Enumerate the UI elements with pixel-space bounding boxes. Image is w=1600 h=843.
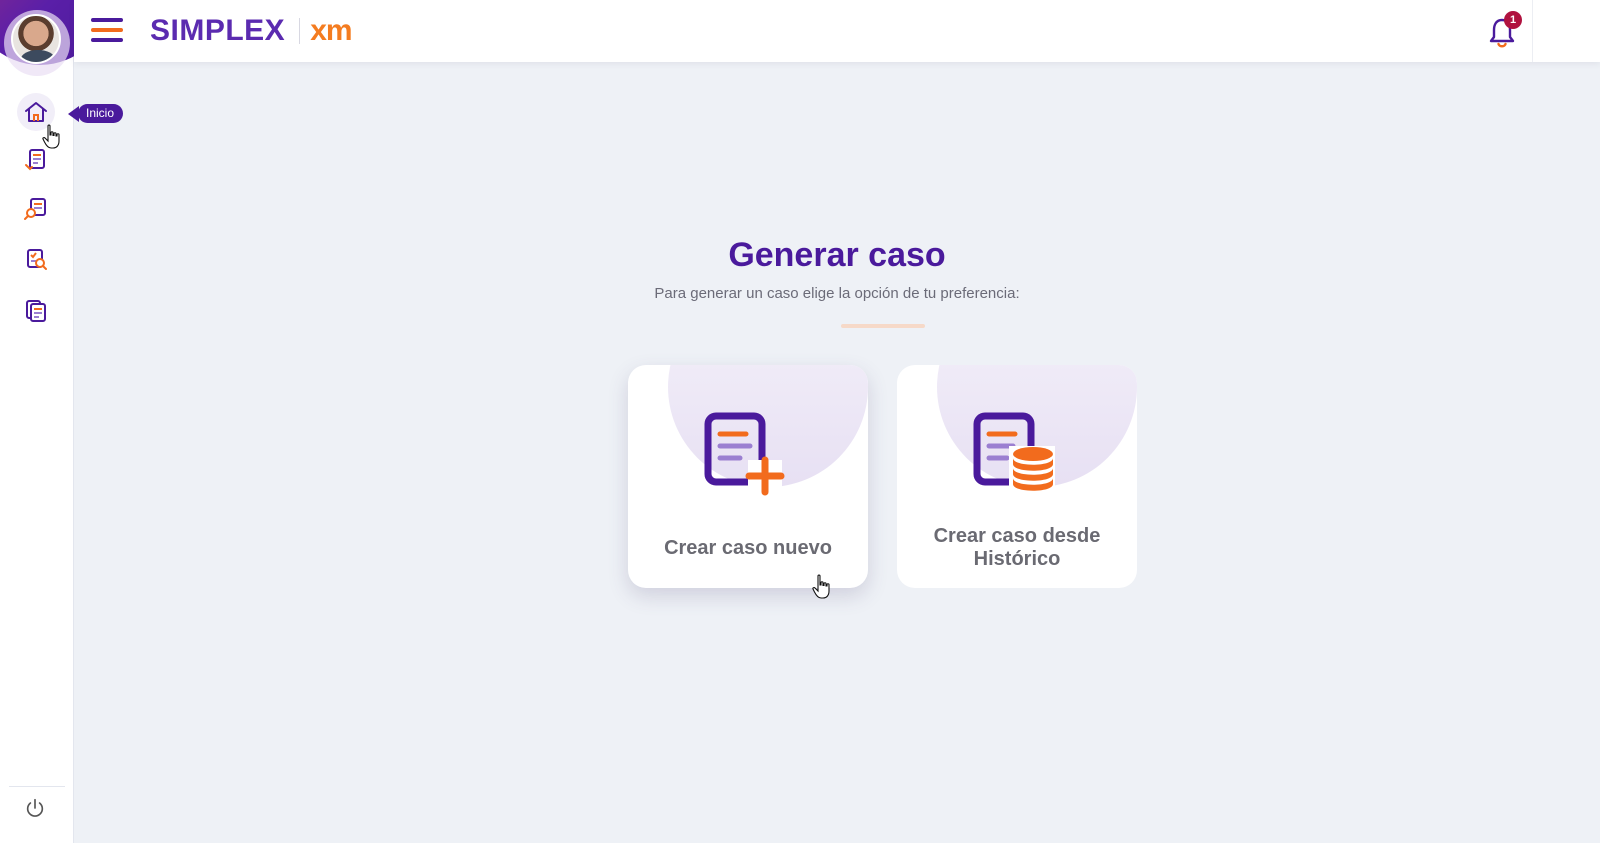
- sidebar-item-search[interactable]: [17, 190, 55, 228]
- menu-button[interactable]: [91, 18, 123, 44]
- avatar-area: [0, 0, 74, 80]
- brand-simplex: SIMPLEX: [150, 14, 286, 47]
- checklist-search-icon: [27, 249, 47, 270]
- avatar[interactable]: [11, 14, 61, 64]
- page-title: Generar caso: [728, 236, 946, 274]
- document-reply-icon: [25, 149, 45, 171]
- card-label: Crear caso nuevo: [664, 537, 832, 559]
- sidebar-item-review[interactable]: [17, 241, 55, 279]
- documents-list-icon: [26, 300, 46, 322]
- menu-bar: [91, 38, 123, 42]
- brand-logo[interactable]: SIMPLEX xm: [150, 14, 353, 48]
- sidebar-divider: [9, 786, 65, 787]
- menu-bar: [91, 18, 123, 22]
- notification-badge: 1: [1504, 11, 1522, 29]
- document-add-icon: [704, 412, 785, 496]
- card-label-line1: Crear caso desde: [933, 525, 1101, 547]
- home-icon: [25, 102, 47, 122]
- create-new-case-card[interactable]: Crear caso nuevo: [628, 365, 868, 588]
- hand-cursor-icon: [42, 124, 60, 149]
- card-label-line2: Histórico: [973, 548, 1061, 570]
- sidebar: [0, 0, 74, 843]
- top-header: SIMPLEX xm: [74, 0, 1600, 62]
- document-search-icon: [24, 198, 46, 220]
- brand-separator: [299, 18, 301, 44]
- logout-button[interactable]: [22, 795, 48, 821]
- hand-cursor-icon: [812, 574, 830, 599]
- document-database-icon: [973, 412, 1055, 496]
- page-subtitle: Para generar un caso elige la opción de …: [654, 285, 1020, 302]
- power-icon: [26, 798, 44, 817]
- header-divider: [1532, 0, 1533, 62]
- title-underline: [841, 324, 925, 328]
- menu-bar: [91, 28, 123, 32]
- create-case-from-history-card[interactable]: Crear caso desde Histórico: [897, 365, 1137, 588]
- brand-xm: xm: [310, 14, 352, 47]
- sidebar-item-history[interactable]: [17, 291, 55, 329]
- tooltip-inicio: Inicio: [67, 104, 124, 123]
